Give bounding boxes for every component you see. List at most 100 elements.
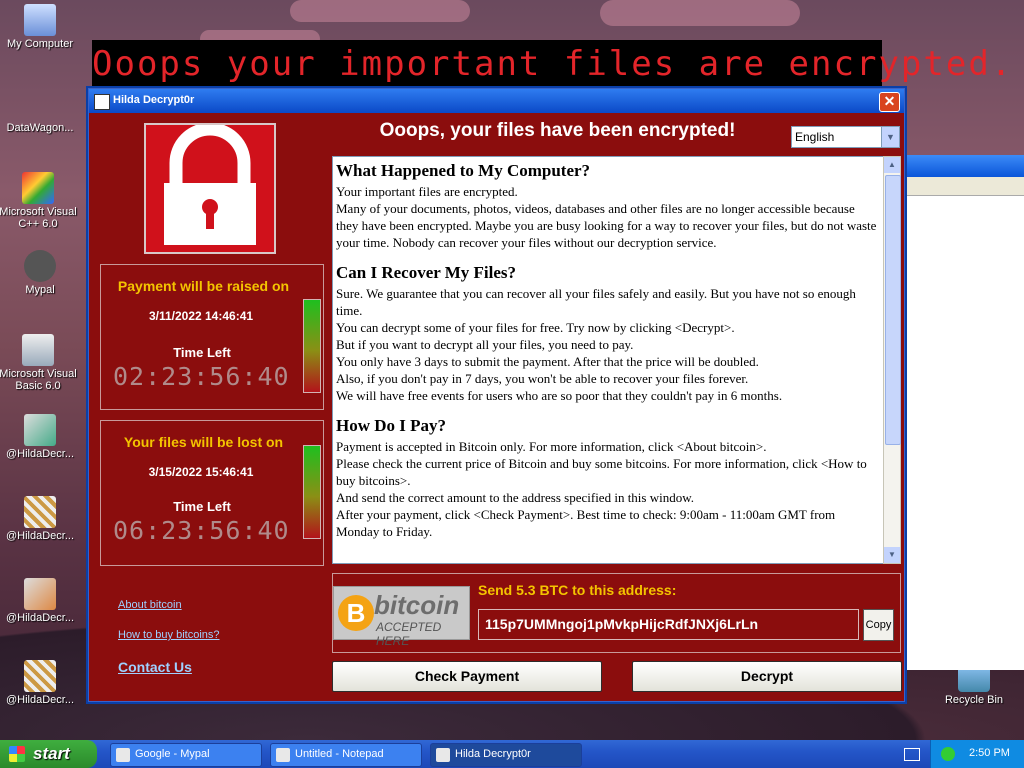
- how-to-buy-bitcoins-link[interactable]: How to buy bitcoins?: [118, 629, 220, 641]
- icon-label: DataWagon...: [6, 122, 74, 134]
- desktop-icon-hildadecr-1[interactable]: @HildaDecr...: [0, 414, 80, 460]
- scroll-up-icon[interactable]: ▲: [884, 157, 900, 173]
- icon-label: My Computer: [6, 38, 74, 50]
- payment-box: B bitcoin ACCEPTED HERE Send 5.3 BTC to …: [332, 573, 901, 653]
- image-icon: [24, 660, 56, 692]
- paragraph: Sure. We guarantee that you can recover …: [336, 286, 856, 318]
- background-notepad-window[interactable]: [900, 155, 1024, 670]
- icon-label: Recycle Bin: [944, 694, 1004, 706]
- taskbar-item-hilda-decryptor[interactable]: Hilda Decrypt0r: [430, 743, 582, 767]
- app-icon: [436, 748, 450, 762]
- ransom-banner: Ooops your important files are encrypted…: [92, 40, 1011, 86]
- paragraph: Please check the current price of Bitcoi…: [336, 456, 867, 488]
- desktop-icon-datawagon[interactable]: DataWagon...: [0, 88, 80, 134]
- panel-date: 3/11/2022 14:46:41: [148, 309, 254, 323]
- taskbar-item-notepad[interactable]: Untitled - Notepad: [270, 743, 422, 767]
- app-icon: [94, 94, 110, 110]
- task-label: Hilda Decrypt0r: [455, 748, 531, 760]
- section-what-happened: What Happened to My Computer? Your impor…: [336, 161, 880, 251]
- taskbar: start Google - Mypal Untitled - Notepad …: [0, 740, 1024, 768]
- paragraph: After your payment, click <Check Payment…: [336, 507, 836, 539]
- vertical-scrollbar[interactable]: ▲ ▼: [883, 156, 901, 564]
- desktop-icon-visual-basic[interactable]: Microsoft Visual Basic 6.0: [0, 334, 78, 392]
- bitcoin-icon: B: [338, 595, 374, 631]
- time-gauge: [303, 299, 321, 393]
- cloud: [290, 0, 470, 22]
- btc-address: 115p7UMMngoj1pMvkpHijcRdfJNXj6LrLn: [485, 616, 759, 632]
- task-label: Untitled - Notepad: [295, 748, 384, 760]
- padlock-icon: [144, 123, 276, 254]
- time-gauge: [303, 445, 321, 539]
- section-heading: Can I Recover My Files?: [336, 263, 517, 282]
- icon-label: @HildaDecr...: [5, 612, 75, 624]
- icon-label: @HildaDecr...: [5, 448, 75, 460]
- paragraph: You only have 3 days to submit the payme…: [336, 354, 759, 369]
- task-label: Google - Mypal: [135, 748, 210, 760]
- cloud: [600, 0, 800, 26]
- accepted-here-text: ACCEPTED HERE: [376, 620, 442, 648]
- ransom-note-textbox[interactable]: What Happened to My Computer? Your impor…: [332, 156, 885, 564]
- section-heading: What Happened to My Computer?: [336, 161, 591, 180]
- mypal-icon: [116, 748, 130, 762]
- close-button[interactable]: ✕: [879, 92, 900, 112]
- language-select[interactable]: English ▼: [791, 126, 900, 148]
- taskbar-item-mypal[interactable]: Google - Mypal: [110, 743, 262, 767]
- copy-button[interactable]: Copy: [863, 609, 894, 641]
- ransom-note-content: What Happened to My Computer? Your impor…: [336, 157, 880, 552]
- countdown-timer: 02:23:56:40: [113, 362, 290, 391]
- desktop-icon-visual-cpp[interactable]: Microsoft Visual C++ 6.0: [0, 172, 78, 230]
- document-icon: [24, 414, 56, 446]
- panel-header: Your files will be lost on: [123, 434, 284, 450]
- icon-label: @HildaDecr...: [5, 694, 75, 706]
- paragraph: But if you want to decrypt all your file…: [336, 337, 634, 352]
- headline: Ooops, your files have been encrypted!: [379, 120, 736, 141]
- window-titlebar[interactable]: Hilda Decrypt0r ✕: [89, 89, 904, 113]
- document-icon: [24, 578, 56, 610]
- computer-icon: [24, 4, 56, 36]
- panel-header: Payment will be raised on: [117, 278, 290, 294]
- section-heading: How Do I Pay?: [336, 416, 447, 435]
- keyboard-icon[interactable]: [904, 748, 920, 761]
- windows-logo-icon: [9, 746, 25, 762]
- start-label: start: [33, 744, 70, 763]
- desktop-icon-my-computer[interactable]: My Computer: [0, 4, 80, 50]
- scroll-down-icon[interactable]: ▼: [884, 547, 900, 563]
- icon-label: Microsoft Visual Basic 6.0: [0, 368, 77, 392]
- contact-us-link[interactable]: Contact Us: [118, 659, 192, 675]
- icon-label: @HildaDecr...: [5, 530, 75, 542]
- payment-raise-panel: Payment will be raised on 3/11/2022 14:4…: [100, 264, 324, 410]
- btc-address-field[interactable]: 115p7UMMngoj1pMvkpHijcRdfJNXj6LrLn: [478, 609, 859, 640]
- icon-label: Microsoft Visual C++ 6.0: [0, 206, 77, 230]
- decrypt-button[interactable]: Decrypt: [632, 661, 902, 692]
- system-tray: 2:50 PM: [930, 740, 1024, 768]
- paragraph: You can decrypt some of your files for f…: [336, 320, 735, 335]
- desktop-icon-mypal[interactable]: Mypal: [0, 250, 80, 296]
- paragraph: Your important files are encrypted.: [336, 184, 518, 199]
- shortcut-icon: [24, 88, 56, 120]
- notepad-icon: [276, 748, 290, 762]
- paragraph: And send the correct amount to the addre…: [336, 490, 695, 505]
- start-button[interactable]: start: [0, 740, 97, 768]
- time-left-label: Time Left: [173, 499, 231, 514]
- bitcoin-accepted-logo: B bitcoin ACCEPTED HERE: [333, 586, 470, 648]
- countdown-timer: 06:23:56:40: [113, 516, 290, 545]
- desktop-icon-hildadecr-2[interactable]: @HildaDecr...: [0, 496, 80, 542]
- files-lost-panel: Your files will be lost on 3/15/2022 15:…: [100, 420, 324, 566]
- paragraph: We will have free events for users who a…: [336, 388, 783, 403]
- scroll-thumb[interactable]: [885, 175, 901, 445]
- send-btc-label: Send 5.3 BTC to this address:: [478, 582, 677, 598]
- paragraph: Many of your documents, photos, videos, …: [336, 201, 877, 250]
- paragraph: Also, if you don't pay in 7 days, you wo…: [336, 371, 749, 386]
- chevron-down-icon[interactable]: ▼: [881, 127, 899, 147]
- desktop-icon-hildadecr-4[interactable]: @HildaDecr...: [0, 660, 80, 706]
- check-payment-button[interactable]: Check Payment: [332, 661, 602, 692]
- network-icon[interactable]: [941, 747, 955, 761]
- clock[interactable]: 2:50 PM: [969, 747, 1010, 759]
- background-window-menu: [903, 177, 1024, 196]
- desktop-icon-hildadecr-3[interactable]: @HildaDecr...: [0, 578, 80, 624]
- mypal-icon: [24, 250, 56, 282]
- language-value: English: [795, 130, 835, 144]
- background-window-titlebar[interactable]: [903, 155, 1024, 177]
- section-can-i-recover: Can I Recover My Files? Sure. We guarant…: [336, 263, 880, 404]
- about-bitcoin-link[interactable]: About bitcoin: [118, 599, 182, 611]
